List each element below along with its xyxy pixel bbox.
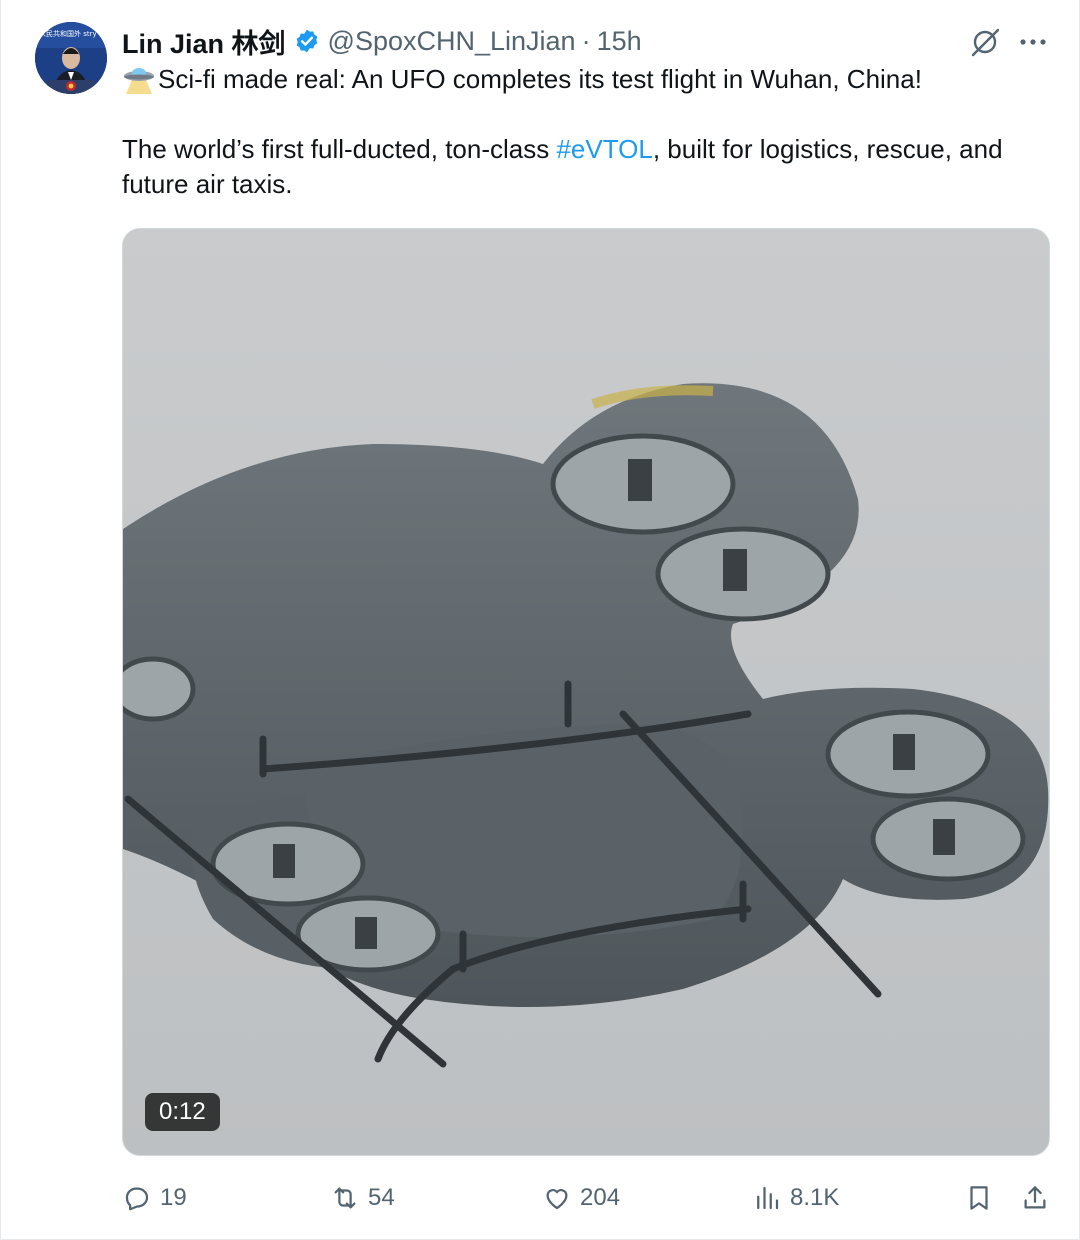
author-handle[interactable]: @SpoxCHN_LinJian <box>328 26 576 57</box>
avatar[interactable]: 人民共和国外 stry of Foreign A <box>35 22 107 94</box>
views-button[interactable]: 8.1K <box>752 1170 839 1226</box>
ufo-emoji-icon <box>122 64 156 94</box>
reply-icon <box>125 1187 149 1211</box>
tweet-text: Sci-fi made real: An UFO completes its t… <box>122 62 1052 202</box>
bookmark-icon <box>970 1186 988 1210</box>
video-duration: 0:12 <box>145 1093 220 1131</box>
tweet-text-line1: Sci-fi made real: An UFO completes its t… <box>158 64 922 94</box>
reply-button[interactable]: 19 <box>122 1170 187 1226</box>
action-bar: 19 54 204 8.1K <box>122 1170 1052 1226</box>
views-icon <box>757 1186 779 1210</box>
repost-count: 54 <box>368 1184 395 1211</box>
like-count: 204 <box>580 1184 621 1211</box>
reply-count: 19 <box>160 1184 187 1211</box>
grok-icon[interactable] <box>967 24 1003 60</box>
tweet-header: Lin Jian 林剑 @SpoxCHN_LinJian · 15h <box>122 22 642 61</box>
bookmark-button[interactable] <box>964 1170 994 1226</box>
verified-badge-icon <box>294 28 320 54</box>
hashtag-link[interactable]: #eVTOL <box>556 134 652 164</box>
repost-icon <box>334 1187 356 1209</box>
timestamp[interactable]: 15h <box>597 26 642 57</box>
like-icon <box>546 1189 568 1210</box>
avatar-banner-text: 人民共和国外 stry of Foreign A <box>39 29 107 38</box>
author-name[interactable]: Lin Jian 林剑 <box>122 22 286 61</box>
like-button[interactable]: 204 <box>542 1170 620 1226</box>
video-frame <box>123 229 1049 1155</box>
views-count: 8.1K <box>790 1184 840 1211</box>
share-button[interactable] <box>1020 1170 1050 1226</box>
tweet-card[interactable]: 人民共和国外 stry of Foreign A Lin Jian 林剑 @Sp… <box>0 0 1080 1240</box>
more-icon[interactable] <box>1015 26 1051 58</box>
repost-button[interactable]: 54 <box>330 1170 395 1226</box>
tweet-text-line2: The world’s first full-ducted, ton-class <box>122 134 557 164</box>
separator: · <box>581 25 591 56</box>
share-icon <box>1024 1186 1046 1209</box>
video-player[interactable]: 0:12 <box>122 228 1050 1156</box>
